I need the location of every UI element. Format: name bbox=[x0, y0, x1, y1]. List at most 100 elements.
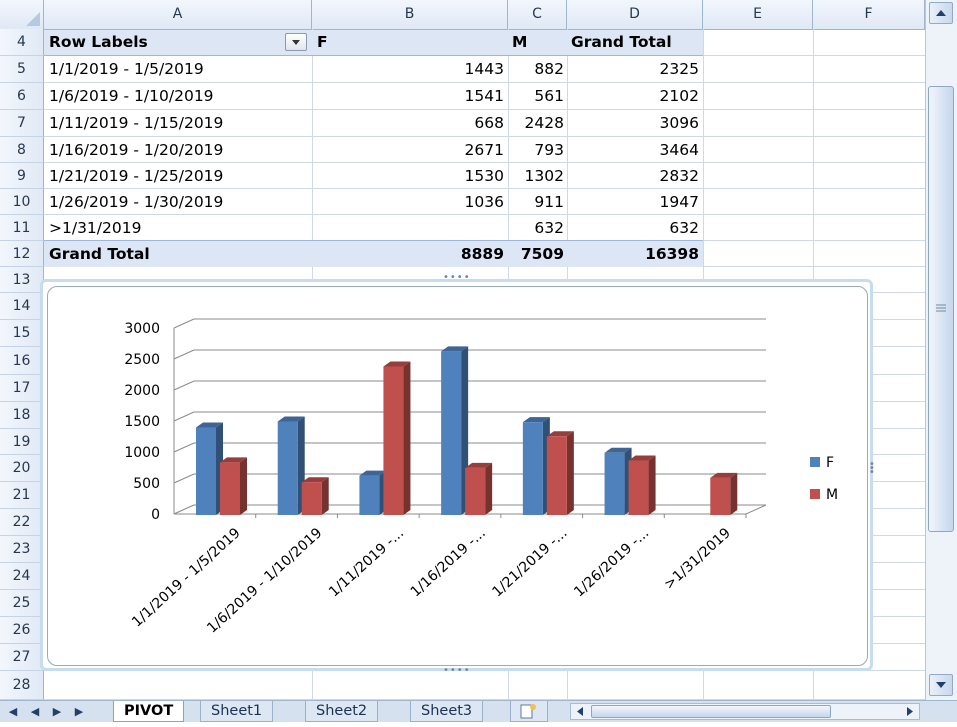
pivot-grand-total-f[interactable]: 8889 bbox=[312, 242, 504, 266]
row-header-20[interactable]: 20 bbox=[0, 455, 44, 482]
pivot-row-label[interactable]: 1/21/2019 - 1/25/2019 bbox=[49, 164, 223, 188]
pivot-grand-total-header[interactable]: Grand Total bbox=[571, 30, 672, 54]
scroll-down-button[interactable] bbox=[929, 674, 953, 696]
row-header-13[interactable]: 13 bbox=[0, 267, 44, 293]
horizontal-scroll-thumb[interactable] bbox=[591, 705, 831, 718]
nav-next-icon: ▶ bbox=[52, 705, 62, 718]
last-sheet-button[interactable]: ▶ bbox=[70, 703, 88, 721]
row-header-26[interactable]: 26 bbox=[0, 617, 44, 644]
next-sheet-button[interactable]: ▶ bbox=[48, 703, 66, 721]
first-sheet-button[interactable]: ◀ bbox=[4, 703, 22, 721]
pivot-total-value[interactable]: 3464 bbox=[567, 138, 699, 162]
row-header-8[interactable]: 8 bbox=[0, 137, 44, 163]
pivot-total-value[interactable]: 3096 bbox=[567, 111, 699, 135]
pivot-grand-total-m[interactable]: 7509 bbox=[508, 242, 564, 266]
row-header-27[interactable]: 27 bbox=[0, 644, 44, 671]
pivot-f-value[interactable]: 1530 bbox=[312, 164, 504, 188]
select-all-corner[interactable] bbox=[0, 0, 44, 29]
pivot-m-value[interactable]: 1302 bbox=[508, 164, 564, 188]
pivot-row-label[interactable]: 1/26/2019 - 1/30/2019 bbox=[49, 190, 223, 214]
scroll-right-icon[interactable] bbox=[903, 704, 917, 719]
filter-dropdown-button[interactable] bbox=[285, 33, 307, 51]
pivot-row-label[interactable]: 1/16/2019 - 1/20/2019 bbox=[49, 138, 223, 162]
scroll-left-icon[interactable] bbox=[573, 704, 587, 719]
chart-resize-handle-right[interactable]: • • • bbox=[869, 460, 875, 478]
row-gridline bbox=[44, 109, 925, 110]
bar-M bbox=[710, 477, 731, 515]
pivot-m-header[interactable]: M bbox=[512, 30, 527, 54]
spreadsheet-grid: A B C D E F 4 5 6 7 8 9 10 11 12 13 14 15 16 17 18 19 20… bbox=[0, 0, 925, 700]
tab-sheet1[interactable]: Sheet1 bbox=[200, 701, 274, 722]
pivot-total-value[interactable]: 2325 bbox=[567, 57, 699, 81]
bar-side bbox=[566, 431, 574, 515]
horizontal-scrollbar[interactable] bbox=[570, 703, 920, 720]
row-header-24[interactable]: 24 bbox=[0, 563, 44, 590]
vertical-scroll-thumb[interactable] bbox=[928, 86, 954, 532]
pivot-total-value[interactable]: 2832 bbox=[567, 164, 699, 188]
chart-resize-handle-bottom[interactable]: •••• bbox=[443, 666, 471, 676]
pivot-f-header[interactable]: F bbox=[317, 30, 328, 54]
row-header-18[interactable]: 18 bbox=[0, 402, 44, 429]
column-header-b[interactable]: B bbox=[312, 0, 508, 29]
bar-F bbox=[196, 427, 216, 515]
row-header-14[interactable]: 14 bbox=[0, 293, 44, 320]
pivot-grand-total-label[interactable]: Grand Total bbox=[49, 242, 150, 266]
x-tick-label: 1/26/2019 -... bbox=[571, 525, 652, 600]
tab-sheet2[interactable]: Sheet2 bbox=[305, 701, 379, 722]
pivot-m-value[interactable]: 793 bbox=[508, 138, 564, 162]
row-header-12[interactable]: 12 bbox=[0, 241, 44, 267]
pivot-m-value[interactable]: 911 bbox=[508, 190, 564, 214]
pivot-chart[interactable]: 0 500 1000 1500 2000 2500 3000 1/1/2019 - 1/5/2… bbox=[40, 279, 873, 671]
bar-F bbox=[522, 422, 543, 515]
y-tick-label: 500 bbox=[133, 476, 160, 492]
column-header-d[interactable]: D bbox=[567, 0, 703, 29]
pivot-f-value[interactable]: 1036 bbox=[312, 190, 504, 214]
pivot-f-value[interactable]: 1541 bbox=[312, 84, 504, 108]
row-header-25[interactable]: 25 bbox=[0, 590, 44, 617]
row-header-28[interactable]: 28 bbox=[0, 671, 44, 700]
column-header-f[interactable]: F bbox=[813, 0, 925, 29]
pivot-row-labels-header[interactable]: Row Labels bbox=[49, 30, 148, 54]
pivot-row-label[interactable]: 1/1/2019 - 1/5/2019 bbox=[49, 57, 204, 81]
tab-pivot[interactable]: PIVOT bbox=[113, 701, 185, 722]
y-tick-label: 2500 bbox=[124, 352, 160, 368]
row-header-21[interactable]: 21 bbox=[0, 482, 44, 509]
pivot-m-value[interactable]: 561 bbox=[508, 84, 564, 108]
insert-sheet-button[interactable] bbox=[510, 701, 548, 722]
row-header-7[interactable]: 7 bbox=[0, 110, 44, 137]
pivot-total-value[interactable]: 1947 bbox=[567, 190, 699, 214]
row-header-16[interactable]: 16 bbox=[0, 347, 44, 375]
pivot-grand-total-value[interactable]: 16398 bbox=[567, 242, 699, 266]
pivot-m-value[interactable]: 2428 bbox=[508, 111, 564, 135]
row-header-15[interactable]: 15 bbox=[0, 320, 44, 347]
pivot-total-value[interactable]: 632 bbox=[567, 216, 699, 240]
tab-sheet3[interactable]: Sheet3 bbox=[410, 701, 484, 722]
pivot-m-value[interactable]: 882 bbox=[508, 57, 564, 81]
chart-resize-handle-top[interactable]: •••• bbox=[443, 273, 471, 283]
pivot-f-value[interactable]: 1443 bbox=[312, 57, 504, 81]
row-gridline bbox=[44, 82, 925, 83]
row-header-19[interactable]: 19 bbox=[0, 429, 44, 455]
pivot-total-value[interactable]: 2102 bbox=[567, 84, 699, 108]
row-header-10[interactable]: 10 bbox=[0, 189, 44, 215]
vertical-scrollbar[interactable] bbox=[925, 0, 957, 700]
row-header-5[interactable]: 5 bbox=[0, 56, 44, 83]
pivot-row-label[interactable]: >1/31/2019 bbox=[49, 216, 141, 240]
pivot-row-label[interactable]: 1/6/2019 - 1/10/2019 bbox=[49, 84, 214, 108]
column-header-e[interactable]: E bbox=[703, 0, 813, 29]
pivot-m-value[interactable]: 632 bbox=[508, 216, 564, 240]
row-header-6[interactable]: 6 bbox=[0, 83, 44, 110]
scroll-up-button[interactable] bbox=[929, 2, 953, 24]
row-header-23[interactable]: 23 bbox=[0, 536, 44, 563]
pivot-row-label[interactable]: 1/11/2019 - 1/15/2019 bbox=[49, 111, 223, 135]
column-header-a[interactable]: A bbox=[44, 0, 312, 29]
row-header-9[interactable]: 9 bbox=[0, 163, 44, 189]
pivot-f-value[interactable]: 2671 bbox=[312, 138, 504, 162]
row-header-11[interactable]: 11 bbox=[0, 215, 44, 241]
row-header-17[interactable]: 17 bbox=[0, 375, 44, 402]
previous-sheet-button[interactable]: ◀ bbox=[26, 703, 44, 721]
row-header-4[interactable]: 4 bbox=[0, 29, 44, 56]
column-header-c[interactable]: C bbox=[508, 0, 567, 29]
row-header-22[interactable]: 22 bbox=[0, 509, 44, 536]
pivot-f-value[interactable]: 668 bbox=[312, 111, 504, 135]
